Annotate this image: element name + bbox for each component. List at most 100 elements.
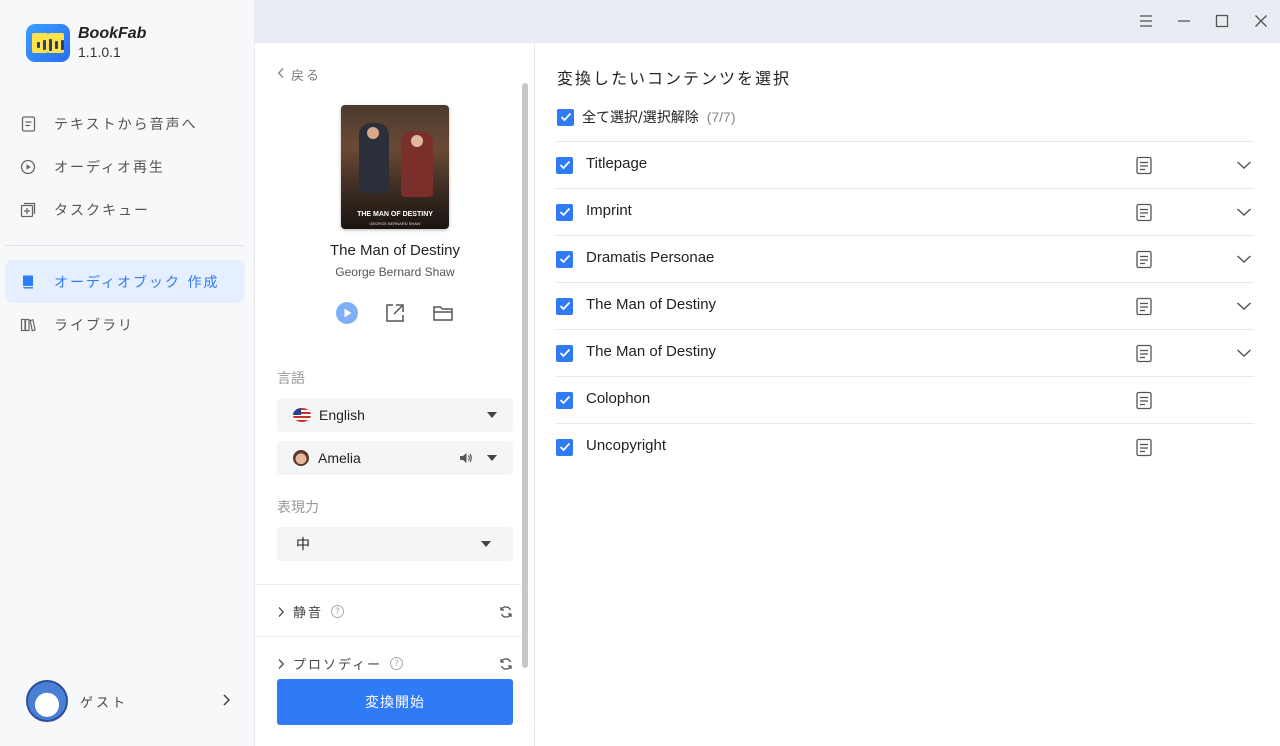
document-icon[interactable]: [1134, 249, 1154, 269]
checkbox-checked-icon[interactable]: [556, 156, 573, 174]
user-profile[interactable]: ゲスト: [26, 680, 231, 722]
chapter-list: Titlepage Imprint Dramatis Personae The …: [556, 141, 1254, 470]
open-external-button[interactable]: [383, 301, 407, 325]
checkbox-checked-icon[interactable]: [557, 108, 574, 126]
expression-label: 表現力: [277, 500, 319, 516]
prosody-label: プロソディー: [293, 658, 383, 673]
chevron-down-icon[interactable]: [1234, 343, 1254, 363]
list-item[interactable]: Dramatis Personae: [556, 235, 1254, 282]
select-all-label: 全て選択/選択解除: [582, 110, 699, 126]
select-all-count: (7/7): [706, 109, 736, 125]
chapter-name: Colophon: [586, 389, 651, 407]
content-selection: 変換したいコンテンツを選択 全て選択/選択解除 (7/7) Titlepage …: [536, 43, 1280, 746]
sidebar-item-library[interactable]: ライブラリ: [5, 303, 245, 346]
expression-value: 中: [296, 536, 310, 552]
menu-icon[interactable]: [1135, 10, 1157, 32]
sidebar-item-label: タスクキュー: [54, 202, 150, 219]
brand: BookFab 1.1.0.1: [26, 24, 146, 62]
document-icon[interactable]: [1134, 202, 1154, 222]
chevron-right-icon: [277, 658, 285, 670]
chevron-down-icon[interactable]: [1234, 202, 1254, 222]
chapter-name: Dramatis Personae: [586, 248, 715, 266]
sidebar-item-create-audiobook[interactable]: オーディオブック 作成: [5, 260, 245, 303]
checkbox-checked-icon[interactable]: [556, 203, 573, 221]
back-label: 戻る: [291, 69, 322, 84]
chevron-down-icon[interactable]: [1234, 249, 1254, 269]
app-version: 1.1.0.1: [78, 44, 121, 60]
silence-label: 静音: [293, 606, 324, 621]
chevron-down-icon[interactable]: [1234, 296, 1254, 316]
book-actions: [335, 301, 455, 325]
expression-select[interactable]: 中: [277, 527, 513, 561]
sidebar-item-label: ライブラリ: [54, 317, 134, 334]
sidebar-item-task-queue[interactable]: タスクキュー: [5, 188, 245, 231]
divider: [255, 584, 521, 585]
avatar: [26, 680, 68, 722]
checkbox-checked-icon[interactable]: [556, 297, 573, 315]
play-icon: [336, 302, 358, 324]
open-folder-button[interactable]: [431, 301, 455, 325]
chevron-down-icon[interactable]: [1234, 155, 1254, 175]
task-queue-icon: [20, 202, 36, 218]
chevron-right-icon[interactable]: [221, 692, 231, 711]
chapter-name: Imprint: [586, 201, 632, 219]
caret-down-icon: [487, 455, 497, 461]
language-select[interactable]: English: [277, 398, 513, 432]
divider: [255, 636, 521, 637]
book-cover: THE MAN OF DESTINY GEORGE BERNARD SHAW: [341, 105, 449, 229]
external-link-icon: [386, 304, 404, 322]
sidebar-nav: テキストから音声へ オーディオ再生 タスクキュー オーディオブック 作成 ライブ…: [5, 102, 245, 346]
help-icon[interactable]: ?: [331, 605, 345, 618]
document-icon[interactable]: [1134, 390, 1154, 410]
minimize-icon[interactable]: [1173, 10, 1195, 32]
help-icon[interactable]: ?: [390, 657, 404, 670]
select-all-toggle[interactable]: 全て選択/選択解除 (7/7): [557, 107, 736, 127]
chapter-name: The Man of Destiny: [586, 295, 717, 313]
voice-avatar: [293, 450, 309, 466]
silence-section-toggle[interactable]: 静音 ?: [277, 602, 513, 621]
checkbox-checked-icon[interactable]: [556, 391, 573, 409]
list-item[interactable]: The Man of Destiny: [556, 329, 1254, 376]
page-title: 変換したいコンテンツを選択: [557, 69, 792, 88]
sidebar-item-label: オーディオブック 作成: [54, 274, 220, 291]
folder-icon: [433, 306, 453, 321]
list-item[interactable]: The Man of Destiny: [556, 282, 1254, 329]
app-name: BookFab: [78, 25, 147, 42]
document-icon[interactable]: [1134, 155, 1154, 175]
back-button[interactable]: 戻る: [277, 65, 321, 84]
book-title: The Man of Destiny: [329, 242, 461, 259]
reset-icon[interactable]: [499, 605, 513, 619]
sidebar-item-label: テキストから音声へ: [54, 116, 198, 133]
list-item[interactable]: Colophon: [556, 376, 1254, 423]
sidebar-divider: [5, 245, 245, 246]
start-conversion-button[interactable]: 変換開始: [277, 679, 513, 725]
document-icon[interactable]: [1134, 296, 1154, 316]
panel-scrollbar[interactable]: [522, 83, 528, 668]
checkbox-checked-icon[interactable]: [556, 250, 573, 268]
speaker-icon[interactable]: [459, 452, 473, 464]
list-item[interactable]: Imprint: [556, 188, 1254, 235]
list-item[interactable]: Uncopyright: [556, 423, 1254, 470]
close-icon[interactable]: [1250, 10, 1272, 32]
checkbox-checked-icon[interactable]: [556, 438, 573, 456]
document-icon[interactable]: [1134, 343, 1154, 363]
book-icon: [20, 274, 36, 290]
language-label: 言語: [277, 371, 305, 387]
prosody-section-toggle[interactable]: プロソディー ?: [277, 654, 513, 673]
play-preview-button[interactable]: [335, 301, 359, 325]
book-settings-panel: 戻る THE MAN OF DESTINY GEORGE BERNARD SHA…: [255, 43, 535, 746]
document-icon: [20, 115, 36, 132]
cover-author: GEORGE BERNARD SHAW: [369, 221, 421, 226]
sidebar-item-text-to-speech[interactable]: テキストから音声へ: [5, 102, 245, 145]
checkbox-checked-icon[interactable]: [556, 344, 573, 362]
reset-icon[interactable]: [499, 657, 513, 671]
sidebar-item-label: オーディオ再生: [54, 159, 166, 176]
document-icon[interactable]: [1134, 437, 1154, 457]
sidebar-item-audio-playback[interactable]: オーディオ再生: [5, 145, 245, 188]
voice-select[interactable]: Amelia: [277, 441, 513, 475]
list-item[interactable]: Titlepage: [556, 141, 1254, 188]
maximize-icon[interactable]: [1211, 10, 1233, 32]
sidebar: BookFab 1.1.0.1 テキストから音声へ オーディオ再生 タスクキュー: [0, 0, 255, 746]
bookfab-logo-icon: [26, 24, 70, 62]
chevron-right-icon: [277, 606, 285, 618]
